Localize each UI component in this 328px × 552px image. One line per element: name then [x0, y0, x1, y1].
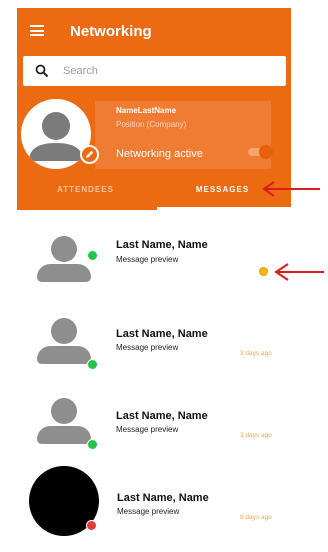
- app-title: Networking: [70, 23, 152, 40]
- person-icon-head: [51, 236, 77, 262]
- menu-icon[interactable]: [30, 25, 44, 36]
- app-header: Networking NameLastName Position (Compan…: [17, 8, 291, 210]
- unread-indicator: [259, 267, 268, 276]
- person-icon-body: [37, 346, 91, 364]
- avatar: [27, 226, 99, 298]
- contact-name: Last Name, Name: [116, 328, 208, 340]
- networking-toggle[interactable]: [246, 145, 273, 159]
- search-icon: [35, 64, 49, 78]
- annotation-arrow-icon: [262, 181, 320, 197]
- person-icon-body: [37, 264, 91, 282]
- contact-name: Last Name, Name: [116, 239, 208, 251]
- avatar: [27, 308, 99, 380]
- search-input[interactable]: [63, 62, 278, 80]
- person-icon-head: [51, 398, 77, 424]
- search-bar[interactable]: [23, 56, 286, 86]
- edit-pencil-icon: [86, 150, 94, 158]
- avatar: [27, 388, 99, 460]
- online-status-indicator: [87, 250, 98, 261]
- tab-attendees[interactable]: ATTENDEES: [17, 178, 154, 210]
- toggle-thumb: [259, 145, 273, 159]
- profile-position: Position (Company): [116, 120, 187, 129]
- networking-status-label: Networking active: [116, 148, 203, 160]
- contact-name: Last Name, Name: [116, 410, 208, 422]
- message-preview: Message preview: [116, 343, 179, 352]
- message-time: 3 days ago: [240, 350, 272, 357]
- person-icon-head: [51, 318, 77, 344]
- offline-status-indicator: [86, 520, 97, 531]
- message-time: 3 days ago: [240, 432, 272, 439]
- message-preview: Message preview: [116, 255, 179, 264]
- profile-name: NameLastName: [116, 106, 177, 115]
- contact-name: Last Name, Name: [117, 492, 209, 504]
- list-item[interactable]: Last Name, Name Message preview 9 days a…: [0, 466, 300, 546]
- online-status-indicator: [87, 439, 98, 450]
- tab-selected-indicator: [157, 207, 291, 210]
- online-status-indicator: [87, 359, 98, 370]
- message-time: 9 days ago: [240, 514, 272, 521]
- top-bar: Networking: [17, 8, 291, 54]
- profile-card: NameLastName Position (Company) Networki…: [21, 99, 277, 173]
- list-item[interactable]: Last Name, Name Message preview: [0, 226, 300, 306]
- list-item[interactable]: Last Name, Name Message preview 3 days a…: [0, 308, 300, 388]
- list-item[interactable]: Last Name, Name Message preview 3 days a…: [0, 388, 300, 468]
- message-preview: Message preview: [117, 507, 180, 516]
- message-preview: Message preview: [116, 425, 179, 434]
- edit-profile-button[interactable]: [80, 145, 99, 164]
- person-icon-body: [37, 426, 91, 444]
